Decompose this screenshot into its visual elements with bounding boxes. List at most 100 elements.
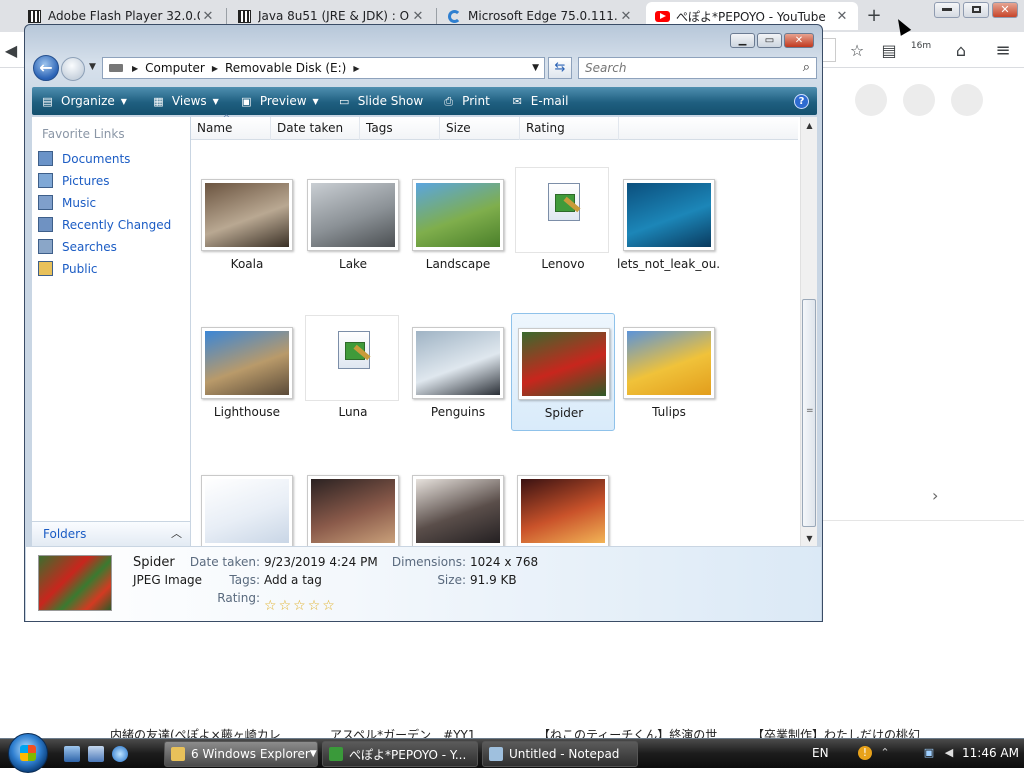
file-item[interactable]: Lighthouse bbox=[195, 313, 299, 431]
scroll-thumb[interactable]: = bbox=[802, 299, 816, 527]
command-print[interactable]: ⎙ Print bbox=[441, 94, 490, 108]
star-icon[interactable]: ☆ bbox=[293, 598, 308, 614]
folders-toggle[interactable]: Folders ︿ bbox=[32, 521, 191, 547]
breadcrumb-separator-icon[interactable]: ▶ bbox=[350, 64, 362, 73]
taskbar-button[interactable]: Untitled - Notepad bbox=[482, 741, 638, 767]
file-item[interactable]: Lenovo bbox=[511, 165, 615, 283]
explorer-close-button[interactable]: ✕ bbox=[784, 33, 814, 48]
back-arrow-icon: ← bbox=[39, 58, 53, 77]
back-button[interactable]: ← bbox=[33, 55, 59, 81]
star-icon[interactable]: ☆ bbox=[264, 598, 279, 614]
help-icon[interactable]: ? bbox=[794, 93, 809, 109]
switch-windows-icon[interactable] bbox=[88, 746, 104, 762]
column-tags[interactable]: Tags bbox=[360, 117, 440, 140]
back-icon[interactable]: ◀ bbox=[0, 40, 22, 62]
file-item[interactable]: Spider bbox=[511, 313, 615, 431]
network-icon[interactable]: ▣ bbox=[922, 746, 936, 760]
new-tab-button[interactable]: + bbox=[864, 6, 884, 26]
tags-value[interactable]: Add a tag bbox=[264, 573, 322, 587]
star-icon[interactable]: ☆ bbox=[279, 598, 294, 614]
recently-changed-icon bbox=[38, 217, 53, 232]
search-box[interactable]: ⌕ bbox=[578, 57, 817, 79]
search-input[interactable] bbox=[583, 59, 783, 77]
address-dropdown-icon[interactable]: ▼ bbox=[532, 63, 539, 73]
nav-link-music[interactable]: Music bbox=[38, 195, 96, 210]
browser-minimize-button[interactable] bbox=[934, 2, 960, 18]
home-icon[interactable]: ⌂ bbox=[950, 40, 972, 62]
extension-badge-icon[interactable]: 16m bbox=[910, 40, 932, 62]
date-taken-value[interactable]: 9/23/2019 4:24 PM bbox=[264, 555, 378, 569]
tray-expand-icon[interactable]: ⌃ bbox=[878, 746, 892, 760]
tab-close-icon[interactable]: ✕ bbox=[618, 9, 634, 24]
reading-list-icon[interactable]: ▤ bbox=[878, 40, 900, 62]
taskbar-button[interactable]: ぺぽよ*PEPOYO - Y... bbox=[322, 741, 478, 767]
taskbar: 6 Windows Explorer ▼ ぺぽよ*PEPOYO - Y... Unti… bbox=[0, 733, 1024, 773]
breadcrumb-separator-icon[interactable]: ▶ bbox=[129, 64, 141, 73]
file-name: Tulips bbox=[652, 405, 686, 419]
tab-separator bbox=[436, 8, 437, 24]
tab-close-icon[interactable]: ✕ bbox=[834, 9, 850, 24]
file-item[interactable]: Tulips bbox=[617, 313, 721, 431]
column-date-taken[interactable]: Date taken bbox=[271, 117, 360, 140]
file-item[interactable]: Lake bbox=[301, 165, 405, 283]
command-preview[interactable]: ▣ Preview ▼ bbox=[239, 94, 319, 108]
forward-button[interactable] bbox=[61, 57, 85, 81]
recent-pages-dropdown[interactable]: ▼ bbox=[89, 62, 96, 72]
breadcrumb-removable-disk[interactable]: Removable Disk (E:) bbox=[221, 61, 350, 75]
file-item[interactable]: Luna bbox=[301, 313, 405, 431]
explorer-minimize-button[interactable]: ▁ bbox=[730, 33, 755, 48]
tab-close-icon[interactable]: ✕ bbox=[410, 9, 426, 24]
nav-link-searches[interactable]: Searches bbox=[38, 239, 117, 254]
explorer-maximize-button[interactable]: ▭ bbox=[757, 33, 782, 48]
preview-icon: ▣ bbox=[241, 94, 252, 108]
column-name[interactable]: Name bbox=[191, 108, 271, 140]
bookmark-star-icon[interactable]: ☆ bbox=[846, 40, 868, 62]
refresh-button[interactable]: ⇆ bbox=[548, 57, 572, 79]
tab-title: Microsoft Edge 75.0.111.0 D bbox=[468, 9, 618, 23]
show-desktop-icon[interactable] bbox=[64, 746, 80, 762]
command-views[interactable]: ▦ Views ▼ bbox=[151, 94, 219, 108]
youtube-tab-icon bbox=[654, 8, 670, 24]
file-item[interactable]: lets_not_leak_ou... bbox=[617, 165, 721, 283]
star-icon[interactable]: ☆ bbox=[322, 598, 337, 614]
scroll-down-icon[interactable]: ▼ bbox=[801, 530, 818, 547]
carousel-next-icon[interactable]: › bbox=[932, 486, 938, 505]
file-name: Lighthouse bbox=[213, 405, 281, 419]
breadcrumb-computer[interactable]: Computer bbox=[141, 61, 209, 75]
vertical-scrollbar[interactable]: ▲ = ▼ bbox=[800, 117, 817, 547]
nav-link-pictures[interactable]: Pictures bbox=[38, 173, 110, 188]
file-item[interactable]: Landscape bbox=[406, 165, 510, 283]
nav-link-public[interactable]: Public bbox=[38, 261, 98, 276]
scroll-up-icon[interactable]: ▲ bbox=[801, 117, 818, 134]
file-item[interactable]: Koala bbox=[195, 165, 299, 283]
column-size[interactable]: Size bbox=[440, 117, 520, 140]
command-organize[interactable]: ▤ Organize ▼ bbox=[40, 94, 127, 108]
nav-link-documents[interactable]: Documents bbox=[38, 151, 130, 166]
star-icon[interactable]: ☆ bbox=[308, 598, 323, 614]
start-button[interactable] bbox=[8, 733, 48, 773]
clock[interactable]: 11:46 AM bbox=[962, 746, 1019, 760]
nav-link-recently-changed[interactable]: Recently Changed bbox=[38, 217, 171, 232]
search-icon[interactable]: ⌕ bbox=[803, 60, 810, 75]
menu-icon[interactable]: ≡ bbox=[992, 40, 1014, 62]
page-avatar-placeholder bbox=[855, 84, 887, 116]
language-indicator[interactable]: EN bbox=[812, 746, 829, 760]
file-item[interactable]: Penguins bbox=[406, 313, 510, 431]
page-avatar-placeholder bbox=[951, 84, 983, 116]
security-shield-icon[interactable]: ! bbox=[858, 746, 872, 760]
browser-maximize-button[interactable] bbox=[963, 2, 989, 18]
nav-link-label: Recently Changed bbox=[62, 217, 172, 232]
command-e-mail[interactable]: ✉ E-mail bbox=[510, 94, 569, 108]
command-slide-show[interactable]: ▭ Slide Show bbox=[337, 94, 423, 108]
tab-close-icon[interactable]: ✕ bbox=[200, 9, 216, 24]
tab-title: Java 8u51 (JRE & JDK) : Orac bbox=[258, 9, 410, 23]
breadcrumb-separator-icon[interactable]: ▶ bbox=[209, 64, 221, 73]
column-rating[interactable]: Rating bbox=[520, 117, 619, 140]
volume-muted-icon[interactable]: ◀ bbox=[942, 746, 956, 760]
navigation-pane: Favorite Links Documents Pictures Music Rec… bbox=[32, 117, 191, 547]
browser-close-button[interactable]: ✕ bbox=[992, 2, 1018, 18]
internet-explorer-icon[interactable] bbox=[112, 746, 128, 762]
rating-stars[interactable]: ☆☆☆☆☆ bbox=[264, 598, 337, 614]
address-bar[interactable]: ▶ Computer ▶ Removable Disk (E:) ▶ ▼ bbox=[102, 57, 545, 79]
taskbar-button[interactable]: 6 Windows Explorer ▼ bbox=[164, 741, 318, 767]
